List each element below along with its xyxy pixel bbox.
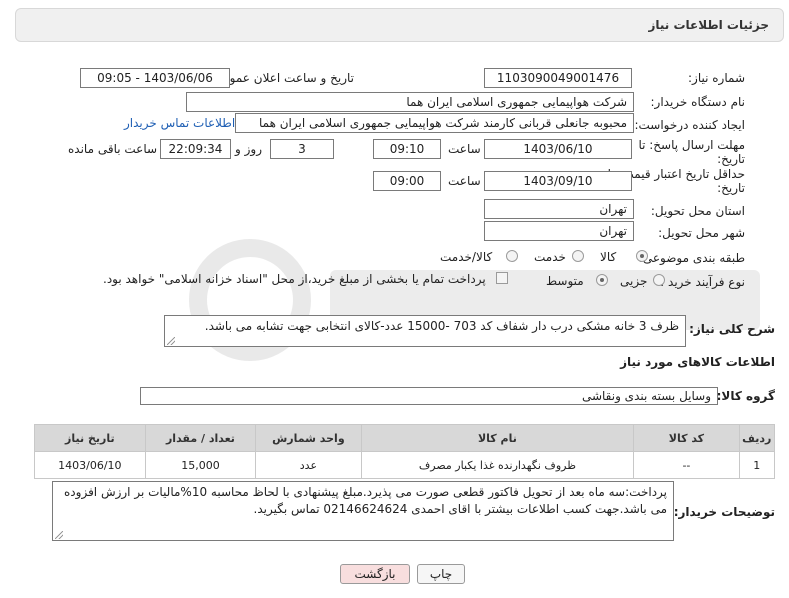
deadline-time-field[interactable]: 09:10 xyxy=(373,139,441,159)
resize-grip-icon[interactable] xyxy=(55,531,63,539)
category-radio-service[interactable] xyxy=(572,250,584,262)
description-text: ظرف 3 خانه مشکی درب دار شفاف کد 703 -150… xyxy=(204,319,679,333)
deadline-label-line2: تاریخ: xyxy=(717,152,745,166)
category-option-service: خدمت xyxy=(534,250,566,264)
description-label: شرح کلی نیاز: xyxy=(689,322,775,336)
goods-table: ردیف کد کالا نام کالا واحد شمارش تعداد /… xyxy=(34,424,776,479)
category-radio-goods[interactable] xyxy=(636,250,648,262)
cell-quantity: 15,000 xyxy=(144,451,257,479)
need-number-field[interactable]: 1103090049001476 xyxy=(484,68,632,88)
col-header-goods-code: کد کالا xyxy=(633,424,740,452)
col-header-unit: واحد شمارش xyxy=(255,424,362,452)
deadline-time-label: ساعت xyxy=(448,142,481,156)
category-radio-goods-service[interactable] xyxy=(506,250,518,262)
print-button[interactable]: چاپ xyxy=(417,564,465,584)
deadline-days-field[interactable]: 3 xyxy=(270,139,334,159)
creator-label: ایجاد کننده درخواست: xyxy=(634,118,745,132)
process-option-minor: جزیی xyxy=(620,274,648,288)
page-title: جزئیات اطلاعات نیاز xyxy=(648,18,769,32)
back-button[interactable]: بازگشت xyxy=(340,564,410,584)
city-field[interactable]: تهران xyxy=(484,221,634,241)
cell-need-date: 1403/06/10 xyxy=(34,451,146,479)
province-field[interactable]: تهران xyxy=(484,199,634,219)
need-number-label: شماره نیاز: xyxy=(688,71,745,85)
buyer-contact-link[interactable]: اطلاعات تماس خریدار xyxy=(124,116,235,130)
resize-grip-icon[interactable] xyxy=(167,337,175,345)
page-header: جزئیات اطلاعات نیاز xyxy=(15,8,784,42)
validity-date-field[interactable]: 1403/09/10 xyxy=(484,171,632,191)
col-header-need-date: تاریخ نیاز xyxy=(34,424,146,452)
goods-info-title: اطلاعات کالاهای مورد نیاز xyxy=(620,355,775,369)
remaining-time-label: ساعت باقی مانده xyxy=(68,142,158,156)
announce-label: تاریخ و ساعت اعلان عمومی: xyxy=(209,71,354,85)
cell-row-number: 1 xyxy=(738,451,776,479)
buyer-notes-textarea[interactable]: پرداخت:سه ماه بعد از تحویل فاکتور قطعی ص… xyxy=(52,481,674,541)
buyer-notes-text: پرداخت:سه ماه بعد از تحویل فاکتور قطعی ص… xyxy=(64,485,667,516)
table-header-row: ردیف کد کالا نام کالا واحد شمارش تعداد /… xyxy=(34,424,776,452)
buyer-notes-label: توضیحات خریدار: xyxy=(673,505,775,519)
province-label: استان محل تحویل: xyxy=(650,204,745,218)
process-radio-medium[interactable] xyxy=(596,274,608,286)
cell-unit: عدد xyxy=(255,451,362,479)
validity-time-label: ساعت xyxy=(448,174,481,188)
goods-group-field[interactable]: وسایل بسته بندی ونقاشی xyxy=(140,387,718,405)
city-label: شهر محل تحویل: xyxy=(658,226,745,240)
category-option-goods-service: کالا/خدمت xyxy=(440,250,493,264)
treasury-checkbox[interactable] xyxy=(496,272,508,284)
announce-field[interactable]: 1403/06/06 - 09:05 xyxy=(80,68,230,88)
process-radio-minor[interactable] xyxy=(653,274,665,286)
validity-label-line2: تاریخ: xyxy=(717,181,745,195)
validity-time-field[interactable]: 09:00 xyxy=(373,171,441,191)
buyer-org-field[interactable]: شرکت هواپیمایی جمهوری اسلامی ایران هما xyxy=(186,92,634,112)
process-option-medium: متوسط xyxy=(546,274,584,288)
category-option-goods: کالا xyxy=(600,250,617,264)
category-label: طبقه بندی موضوعی: xyxy=(638,251,745,265)
col-header-goods-name: نام کالا xyxy=(360,424,635,452)
col-header-quantity: تعداد / مقدار xyxy=(144,424,257,452)
buyer-org-label: نام دستگاه خریدار: xyxy=(650,95,746,109)
creator-field[interactable]: محبوبه جانعلی قربانی کارمند شرکت هواپیما… xyxy=(235,113,634,133)
treasury-note: پرداخت تمام یا بخشی از مبلغ خرید،از محل … xyxy=(103,272,486,286)
process-label: نوع فرآیند خرید : xyxy=(660,275,745,289)
deadline-days-label: روز و xyxy=(235,142,262,156)
deadline-date-field[interactable]: 1403/06/10 xyxy=(484,139,632,159)
remaining-time-field[interactable]: 22:09:34 xyxy=(160,139,231,159)
col-header-row-number: ردیف xyxy=(738,424,776,452)
cell-goods-name: ظروف نگهدارنده غذا یکبار مصرف xyxy=(360,451,635,479)
goods-group-label: گروه کالا: xyxy=(716,389,775,403)
cell-goods-code: -- xyxy=(633,451,740,479)
description-textarea[interactable]: ظرف 3 خانه مشکی درب دار شفاف کد 703 -150… xyxy=(164,315,686,347)
table-row[interactable]: 1 -- ظروف نگهدارنده غذا یکبار مصرف عدد 1… xyxy=(34,451,776,479)
deadline-label-line1: مهلت ارسال پاسخ: تا xyxy=(638,138,745,152)
